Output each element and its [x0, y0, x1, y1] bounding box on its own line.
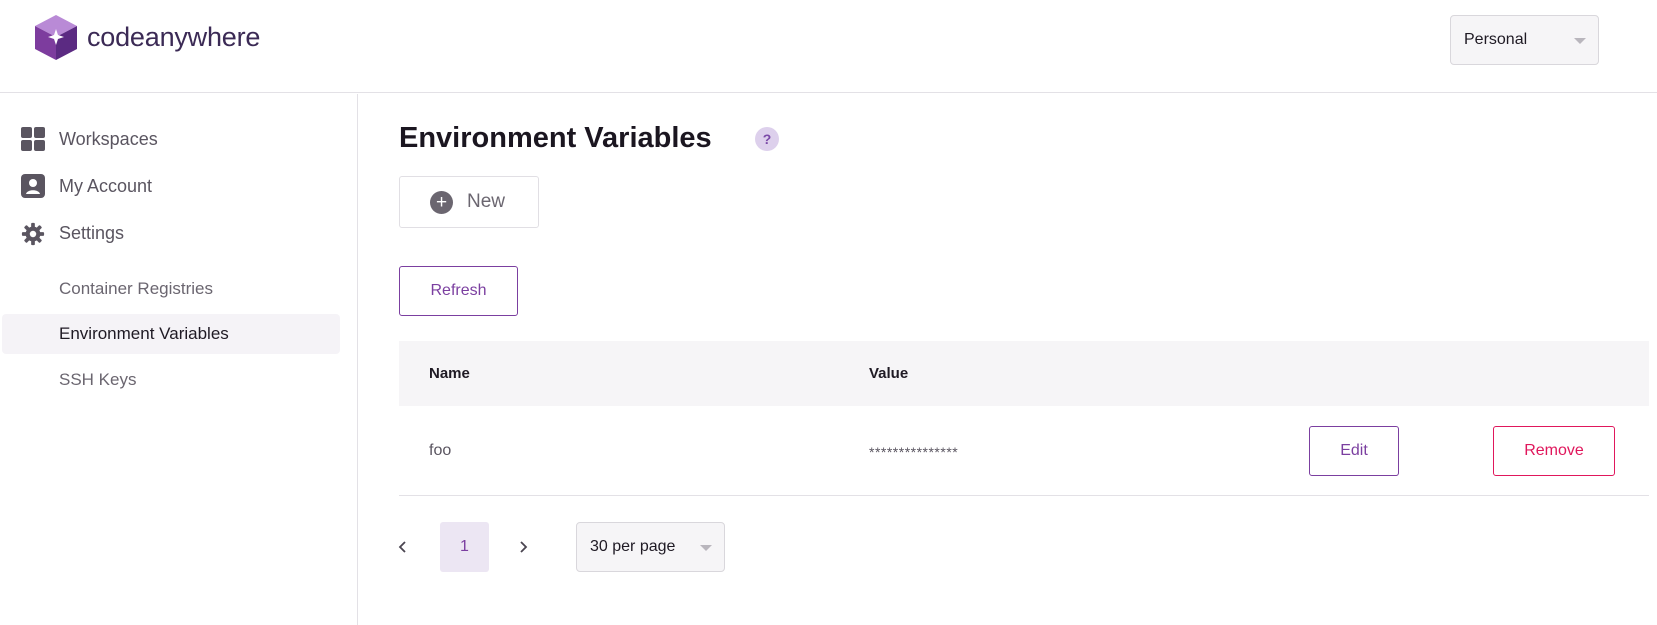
per-page-select[interactable]: 30 per page: [576, 522, 725, 572]
per-page-value: 30 per page: [590, 538, 676, 555]
user-icon: [21, 174, 45, 198]
sidebar-item-my-account[interactable]: My Account: [21, 174, 152, 198]
sidebar-item-label: Workspaces: [59, 128, 158, 149]
chevron-down-icon: [1574, 38, 1586, 44]
help-icon[interactable]: ?: [755, 127, 779, 151]
chevron-down-icon: [700, 545, 712, 551]
plus-circle-icon: +: [430, 190, 453, 214]
refresh-button[interactable]: Refresh: [399, 266, 518, 316]
column-header-name: Name: [429, 365, 470, 382]
env-variables-table: Name Value foo *************** Edit Remo…: [399, 341, 1649, 496]
remove-button[interactable]: Remove: [1493, 426, 1615, 476]
page-number-current[interactable]: 1: [440, 522, 489, 572]
sidebar-item-container-registries[interactable]: Container Registries: [59, 279, 213, 299]
sidebar-item-label: My Account: [59, 175, 153, 196]
sidebar-item-label: Settings: [59, 222, 125, 243]
page-title: Environment Variables: [399, 122, 712, 154]
sidebar-item-settings[interactable]: Settings: [21, 221, 125, 246]
top-bar: codeanywhere Personal: [0, 0, 1657, 93]
sidebar-item-workspaces[interactable]: Workspaces: [21, 127, 158, 151]
pagination: 1 30 per page: [398, 522, 799, 572]
sidebar-subitem-label: SSH Keys: [59, 370, 137, 389]
variable-name: foo: [429, 442, 452, 459]
cube-logo-icon: [35, 15, 77, 60]
sidebar-item-ssh-keys[interactable]: SSH Keys: [59, 370, 136, 390]
next-page-icon[interactable]: [513, 536, 533, 558]
org-select[interactable]: Personal: [1450, 15, 1599, 65]
table-row: foo *************** Edit Remove: [399, 406, 1649, 496]
grid-icon: [21, 127, 45, 151]
gear-icon: [21, 221, 45, 246]
prev-page-icon[interactable]: [393, 536, 413, 558]
sidebar-subitem-label: Environment Variables: [59, 324, 229, 343]
new-variable-button[interactable]: + New: [399, 176, 539, 228]
sidebar: Workspaces My Account Settings Container…: [0, 94, 358, 625]
org-select-value: Personal: [1464, 31, 1528, 48]
table-header: Name Value: [399, 341, 1649, 406]
variable-value-masked: ***************: [869, 444, 959, 460]
brand-name: codeanywhere: [87, 22, 261, 52]
sidebar-item-environment-variables[interactable]: Environment Variables: [59, 324, 229, 344]
edit-button[interactable]: Edit: [1309, 426, 1399, 476]
column-header-value: Value: [869, 365, 909, 382]
sidebar-subitem-label: Container Registries: [59, 279, 214, 298]
new-button-label: New: [467, 191, 506, 212]
logo[interactable]: codeanywhere: [33, 14, 260, 61]
